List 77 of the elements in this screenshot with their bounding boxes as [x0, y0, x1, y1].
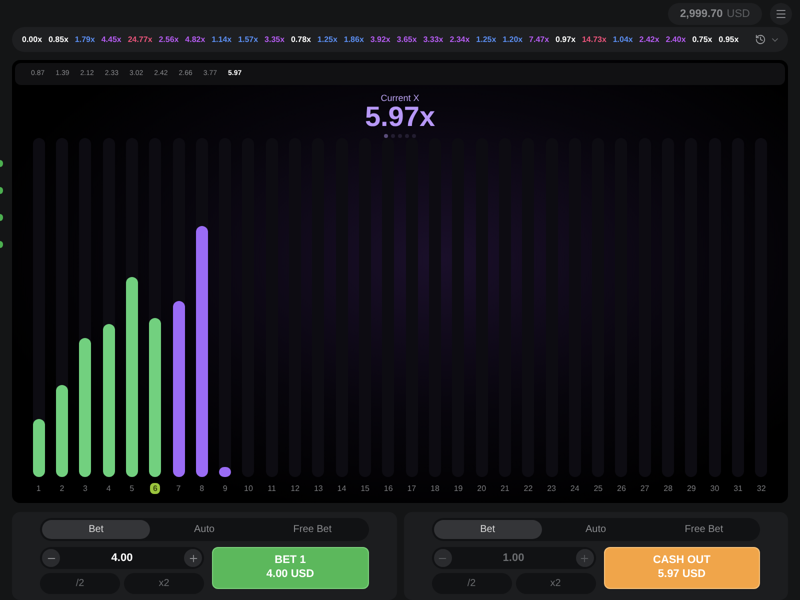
multiplier-value: 2.42x	[639, 34, 660, 46]
multiplier-value: 0.95x	[718, 34, 739, 46]
column-label[interactable]: 20	[474, 483, 490, 494]
mode-tab[interactable]: Free Bet	[258, 520, 367, 539]
multiplier-value: 1.14x	[212, 34, 232, 46]
multiplier-value: 24.77x	[128, 34, 152, 46]
column-label[interactable]: 26	[614, 483, 629, 494]
multiplier-value: 1.04x	[612, 34, 633, 46]
half-button[interactable]: /2	[40, 573, 120, 594]
balance-amount: 2,999.70	[680, 6, 723, 22]
double-button[interactable]: x2	[124, 573, 204, 594]
mode-tab[interactable]: Auto	[150, 520, 258, 539]
multiplier-value: 1.25x	[317, 34, 338, 46]
multiplier-value: 0.78x	[290, 34, 311, 46]
column-label[interactable]: 28	[660, 483, 676, 494]
column-label[interactable]: 17	[404, 483, 420, 494]
column-label[interactable]: 8	[196, 483, 208, 494]
multiplier-value: 3.33x	[423, 34, 444, 46]
column-label[interactable]: 2	[56, 483, 68, 494]
multiplier-value: 0.00x	[22, 34, 42, 46]
menu-icon	[775, 8, 787, 20]
column-label[interactable]: 24	[567, 483, 582, 494]
column-label[interactable]: 18	[428, 483, 442, 494]
menu-button[interactable]	[770, 3, 792, 25]
multiplier-value: 0.75x	[692, 34, 712, 46]
mode-tab[interactable]: Bet	[42, 520, 150, 539]
current-multiplier: 5.97x	[364, 103, 436, 131]
column-label[interactable]: 16	[380, 483, 396, 494]
multiplier-value: 4.82x	[185, 34, 206, 46]
plus-icon	[579, 552, 590, 564]
plus-button[interactable]	[184, 549, 202, 567]
column-label[interactable]: 11	[264, 483, 279, 494]
plus-icon	[188, 552, 198, 564]
column-label[interactable]: 30	[707, 483, 722, 494]
column-label[interactable]: 6	[150, 483, 160, 494]
multiplier-value: 3.35x	[264, 34, 285, 46]
column-label[interactable]: 13	[310, 483, 326, 494]
column-label[interactable]: 5	[126, 483, 138, 494]
multiplier-value: 3.65x	[396, 34, 417, 46]
multiplier-value: 1.57x	[238, 34, 258, 46]
history-icon	[755, 34, 766, 45]
multiplier-value: 2.56x	[158, 34, 179, 46]
column-label[interactable]: 31	[730, 483, 746, 494]
amount-field[interactable]: 4.00	[40, 547, 204, 569]
column-label[interactable]: 9	[220, 483, 230, 494]
column-label[interactable]: 14	[334, 483, 350, 494]
current-label: Current X	[380, 94, 420, 103]
multiplier-value: 1.20x	[502, 34, 523, 46]
column-label[interactable]: 12	[288, 483, 303, 494]
minus-button[interactable]	[42, 549, 60, 567]
multiplier-value: 1.79x	[74, 34, 95, 46]
column-label[interactable]: 25	[590, 483, 606, 494]
column-label[interactable]: 29	[684, 483, 699, 494]
multiplier-value: 7.47x	[529, 34, 550, 46]
multiplier-value: 14.73x	[582, 34, 606, 46]
balance-currency: USD	[726, 6, 750, 22]
column-label[interactable]: 21	[497, 483, 512, 494]
column-label[interactable]: 15	[358, 483, 372, 494]
multiplier-value: 3.92x	[370, 34, 390, 46]
column-label[interactable]: 23	[544, 483, 559, 494]
multiplier-value: 0.85x	[48, 34, 68, 46]
multiplier-value: 1.25x	[476, 34, 496, 46]
multiplier-value: 2.40x	[666, 34, 686, 46]
column-label[interactable]: 3	[80, 483, 90, 494]
column-label[interactable]: 7	[173, 483, 184, 494]
column-label[interactable]: 22	[520, 483, 536, 494]
multiplier-value: 4.45x	[101, 34, 122, 46]
column-label[interactable]: 27	[637, 483, 652, 494]
column-label[interactable]: 10	[241, 483, 256, 494]
multiplier-value: 0.97x	[556, 34, 576, 46]
column-label[interactable]: 19	[450, 483, 466, 494]
column-label[interactable]: 1	[33, 483, 44, 494]
multiplier-value: 1.86x	[344, 34, 364, 46]
multiplier-value: 2.34x	[450, 34, 470, 46]
column-label[interactable]: 32	[754, 483, 769, 494]
column-label[interactable]: 4	[103, 483, 114, 494]
amount-input[interactable]: 4.00	[92, 550, 152, 566]
